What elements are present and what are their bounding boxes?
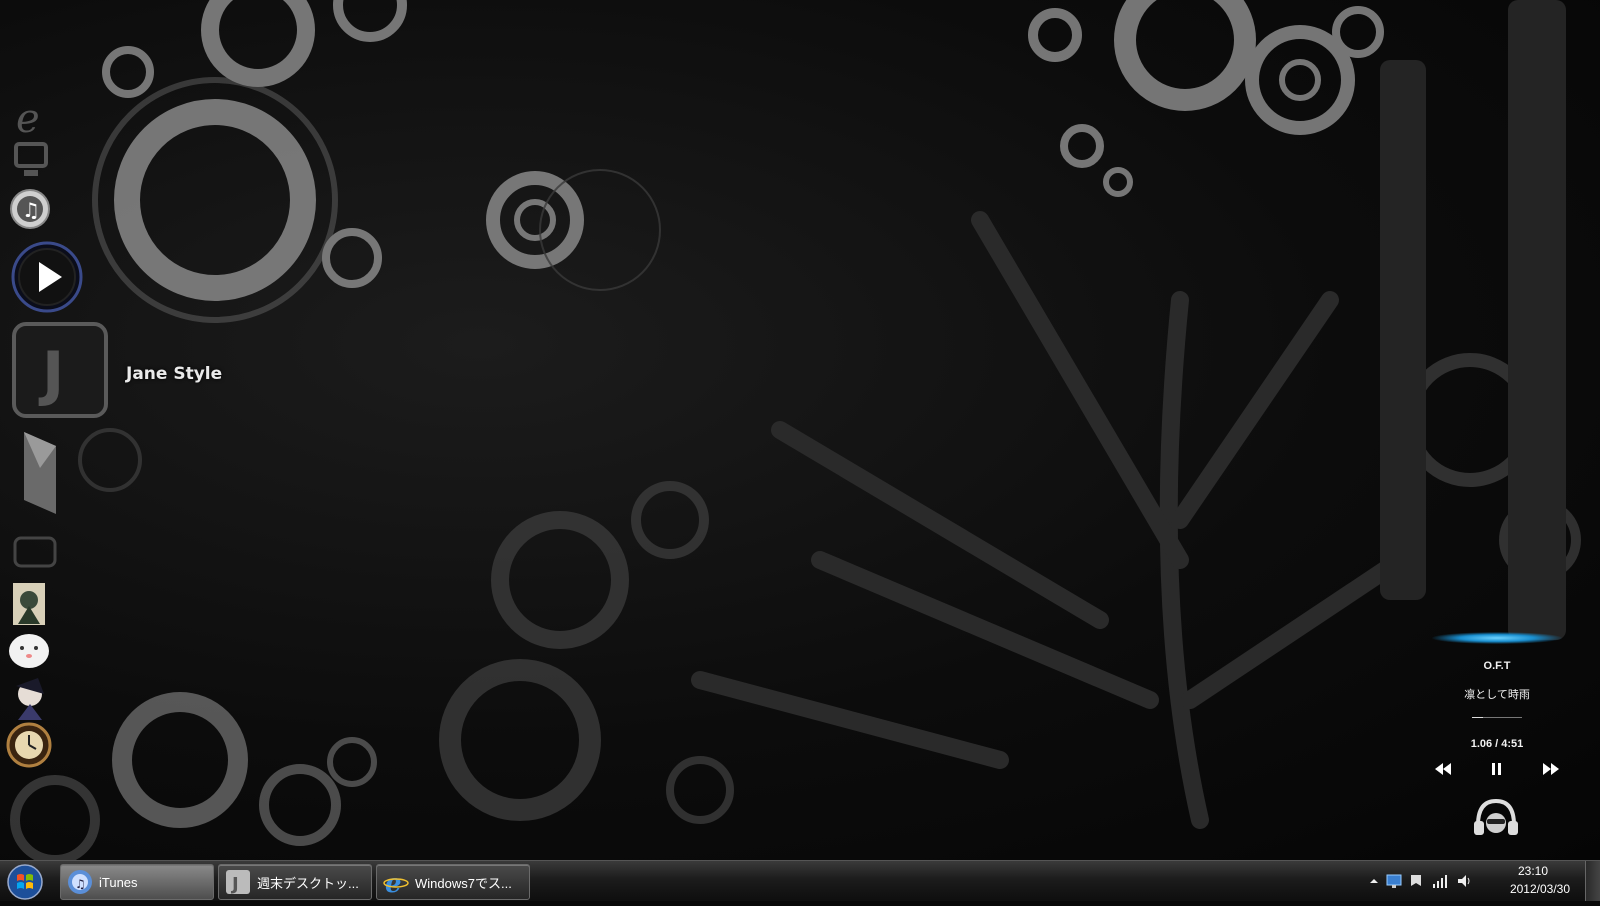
jane-style-icon: J: [226, 870, 250, 895]
taskbar-item-label: iTunes: [99, 874, 138, 890]
clock-date[interactable]: 2012/03/30: [1510, 882, 1570, 896]
clock-time[interactable]: 23:10: [1518, 864, 1548, 878]
show-desktop-button[interactable]: [1585, 861, 1600, 901]
recycle-bin-icon[interactable]: [12, 534, 58, 570]
taskbar-item-label: Windows7でス...: [415, 875, 512, 891]
svg-text:e: e: [16, 96, 40, 138]
taskbar: ♫ iTunes J 週末デスクトッ... e Windows7でス... 23…: [0, 860, 1600, 901]
media-player-widget: O.F.T 凛として時雨 1.06 / 4:51: [1412, 630, 1582, 845]
svg-text:J: J: [38, 339, 64, 409]
jane-style-icon[interactable]: J: [12, 322, 108, 418]
pause-icon: [1492, 763, 1501, 775]
media-play-icon[interactable]: [10, 240, 84, 314]
taskbar-item-ie[interactable]: e Windows7でス...: [376, 864, 530, 900]
headphone-icon[interactable]: [1472, 795, 1520, 839]
pause-button[interactable]: [1484, 758, 1510, 780]
svg-text:♫: ♫: [75, 877, 86, 891]
taskbar-item-label: 週末デスクトッ...: [257, 875, 359, 891]
clock-gadget-icon[interactable]: [6, 722, 52, 768]
volume-icon[interactable]: [1456, 873, 1472, 889]
next-track-button[interactable]: [1538, 758, 1564, 780]
wallpaper: [10, 0, 1581, 860]
anime-character-icon[interactable]: [8, 676, 52, 720]
fast-forward-icon: [1543, 763, 1559, 775]
windows-start-orb: [7, 864, 43, 900]
progress-bar[interactable]: [1472, 717, 1522, 718]
rewind-icon: [1435, 763, 1451, 775]
cute-face-icon[interactable]: [8, 630, 50, 670]
svg-text:♫: ♫: [22, 198, 40, 222]
taskbar-item-jane[interactable]: J 週末デスクトッ...: [218, 864, 372, 900]
character-card-icon[interactable]: [12, 582, 46, 626]
track-time: 1.06 / 4:51: [1470, 738, 1524, 750]
desktop: e ♫ J Jane Style O.F.T 凛として時雨 1.06 / 4:5…: [0, 0, 1600, 860]
folder-icon[interactable]: [20, 428, 60, 518]
ie-icon[interactable]: e: [12, 96, 52, 138]
system-tray: 23:10 2012/03/30: [1360, 861, 1600, 901]
action-center-icon[interactable]: [1408, 873, 1424, 889]
svg-text:J: J: [230, 874, 239, 895]
ie-icon: e: [383, 869, 409, 895]
progress-fill: [1472, 717, 1483, 718]
taskbar-item-itunes[interactable]: ♫ iTunes: [60, 864, 214, 900]
svg-text:e: e: [385, 869, 402, 895]
track-title: 凛として時雨: [1464, 689, 1530, 701]
show-hidden-icons-chevron[interactable]: [1366, 873, 1382, 889]
display-icon[interactable]: [1386, 873, 1402, 889]
jane-style-label: Jane Style: [126, 364, 223, 384]
widget-glow: [1432, 632, 1562, 644]
itunes-icon[interactable]: ♫: [9, 188, 51, 230]
itunes-icon: ♫: [68, 870, 92, 894]
track-artist: O.F.T: [1483, 660, 1511, 672]
network-signal-icon[interactable]: [1432, 873, 1448, 889]
computer-icon[interactable]: [12, 140, 50, 180]
previous-track-button[interactable]: [1430, 758, 1456, 780]
start-button[interactable]: [6, 863, 44, 901]
